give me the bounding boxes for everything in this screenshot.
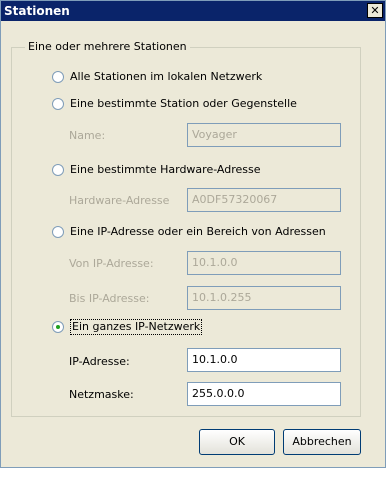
radio-ip-range-label: Eine IP-Adresse oder ein Bereich von Adr… <box>70 225 326 238</box>
ip-address-field[interactable]: 10.1.0.0 <box>187 348 341 372</box>
radio-ip-range-indicator[interactable] <box>52 226 64 238</box>
radio-hardware-address-indicator[interactable] <box>52 164 64 176</box>
netmask-label: Netzmaske: <box>69 388 134 401</box>
radio-all-local[interactable]: Alle Stationen im lokalen Netzwerk <box>52 69 262 85</box>
close-icon: ✕ <box>370 4 380 17</box>
radio-ip-network[interactable]: Ein ganzes IP-Netzwerk <box>52 319 203 335</box>
title-bar[interactable]: Stationen ✕ <box>1 1 385 21</box>
to-ip-label: Bis IP-Adresse: <box>69 292 150 305</box>
radio-hardware-address-label: Eine bestimmte Hardware-Adresse <box>70 163 261 176</box>
window-title: Stationen <box>4 4 70 18</box>
radio-specific-station[interactable]: Eine bestimmte Station oder Gegenstelle <box>52 96 297 112</box>
to-ip-field[interactable]: 10.1.0.255 <box>187 286 341 310</box>
radio-ip-network-label: Ein ganzes IP-Netzwerk <box>70 319 203 335</box>
name-field[interactable]: Voyager <box>187 123 341 147</box>
radio-specific-station-indicator[interactable] <box>52 98 64 110</box>
radio-specific-station-label: Eine bestimmte Station oder Gegenstelle <box>70 97 297 110</box>
hardware-address-field[interactable]: A0DF57320067 <box>187 188 341 212</box>
radio-all-local-indicator[interactable] <box>52 71 64 83</box>
radio-hardware-address[interactable]: Eine bestimmte Hardware-Adresse <box>52 162 261 178</box>
ip-address-label: IP-Adresse: <box>69 355 130 368</box>
stationen-dialog: Stationen ✕ Eine oder mehrere Stationen … <box>0 0 386 468</box>
hardware-address-label: Hardware-Adresse <box>69 194 170 207</box>
ok-button[interactable]: OK <box>199 429 275 455</box>
radio-ip-range[interactable]: Eine IP-Adresse oder ein Bereich von Adr… <box>52 224 326 240</box>
radio-all-local-label: Alle Stationen im lokalen Netzwerk <box>70 70 263 83</box>
cancel-button[interactable]: Abbrechen <box>283 429 361 455</box>
group-legend: Eine oder mehrere Stationen <box>25 40 190 54</box>
close-button[interactable]: ✕ <box>367 3 383 18</box>
name-label: Name: <box>69 129 106 142</box>
radio-ip-network-indicator[interactable] <box>52 321 64 333</box>
from-ip-field[interactable]: 10.1.0.0 <box>187 251 341 275</box>
netmask-field[interactable]: 255.0.0.0 <box>187 382 341 406</box>
from-ip-label: Von IP-Adresse: <box>69 257 154 270</box>
